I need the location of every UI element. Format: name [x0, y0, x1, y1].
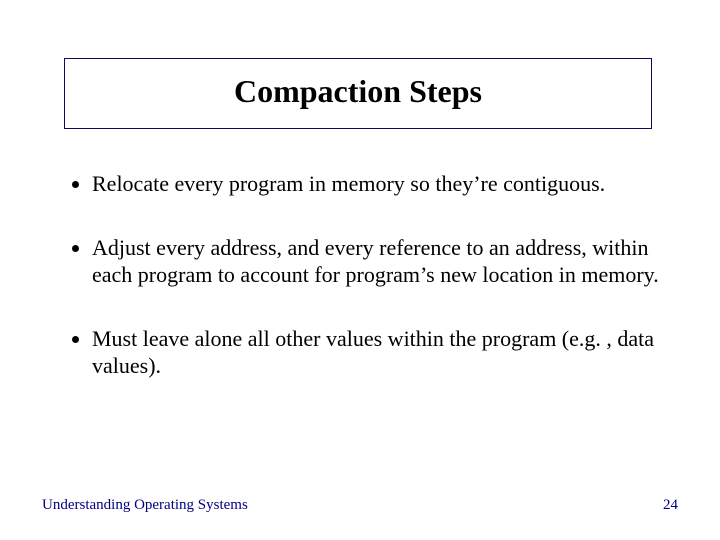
footer-left: Understanding Operating Systems [42, 497, 248, 514]
page-number: 24 [663, 497, 678, 514]
list-item: Adjust every address, and every referenc… [92, 234, 668, 289]
bullet-list: Relocate every program in memory so they… [68, 170, 668, 380]
list-item: Must leave alone all other values within… [92, 325, 668, 380]
title-box: Compaction Steps [64, 58, 652, 129]
list-item: Relocate every program in memory so they… [92, 170, 668, 198]
slide-title: Compaction Steps [65, 73, 651, 110]
bullet-list-container: Relocate every program in memory so they… [68, 170, 668, 416]
